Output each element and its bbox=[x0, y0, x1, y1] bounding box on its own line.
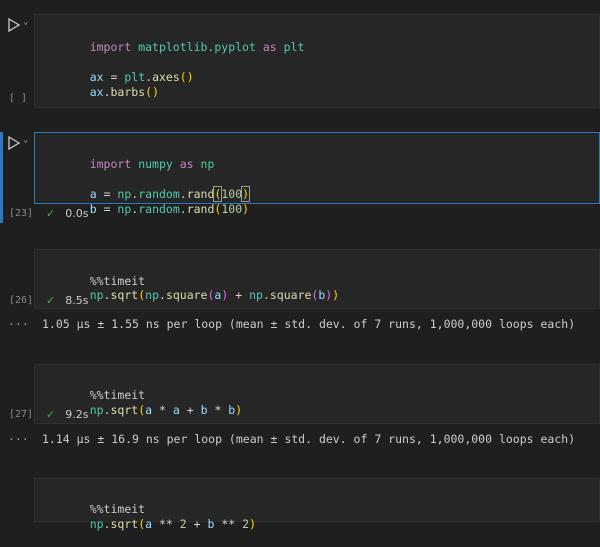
play-triangle-icon[interactable] bbox=[8, 135, 21, 151]
check-icon: ✓ bbox=[46, 294, 56, 307]
execution-status: ✓ 9.2s bbox=[46, 408, 89, 421]
check-icon: ✓ bbox=[46, 408, 56, 421]
execution-count: [26] bbox=[9, 295, 34, 306]
code-line: ax.barbs() bbox=[89, 85, 159, 99]
execution-count: [23] bbox=[9, 208, 34, 219]
code-line: np.sqrt(np.square(a) + np.square(b)) bbox=[89, 288, 340, 302]
cell-output: 1.05 µs ± 1.55 ns per loop (mean ± std. … bbox=[42, 317, 576, 331]
cell-output: 1.14 µs ± 16.9 ns per loop (mean ± std. … bbox=[42, 432, 576, 446]
play-triangle-icon[interactable] bbox=[8, 17, 21, 33]
code-line: b = np.random.rand(100) bbox=[89, 202, 250, 216]
output-ellipsis[interactable]: ··· bbox=[8, 317, 29, 331]
output-ellipsis[interactable]: ··· bbox=[8, 432, 29, 446]
notebook-cell-2[interactable]: ⌄ import numpy as np a = np.random.rand(… bbox=[0, 132, 600, 223]
notebook-cell-1[interactable]: ⌄ import matplotlib.pyplot as plt ax = p… bbox=[0, 14, 600, 108]
code-line: np.sqrt(a * a + b * b) bbox=[89, 403, 243, 417]
notebook-cell-4[interactable]: %%timeit np.sqrt(a * a + b * b) [27] ✓ 9.… bbox=[0, 364, 600, 454]
chevron-down-icon[interactable]: ⌄ bbox=[23, 135, 28, 145]
code-line: np.sqrt(a ** 2 + b ** 2) bbox=[89, 517, 257, 531]
check-icon: ✓ bbox=[46, 207, 56, 220]
chevron-down-icon[interactable]: ⌄ bbox=[23, 17, 28, 27]
execution-count: [27] bbox=[9, 409, 34, 420]
notebook-cell-5[interactable]: %%timeit np.sqrt(a ** 2 + b ** 2) bbox=[0, 478, 600, 531]
execution-status: ✓ 0.0s bbox=[46, 207, 89, 220]
cell-focus-bar bbox=[0, 132, 3, 223]
execution-count: [ ] bbox=[9, 93, 28, 104]
execution-status: ✓ 8.5s bbox=[46, 294, 89, 307]
notebook-cell-3[interactable]: %%timeit np.sqrt(np.square(a) + np.squar… bbox=[0, 249, 600, 339]
